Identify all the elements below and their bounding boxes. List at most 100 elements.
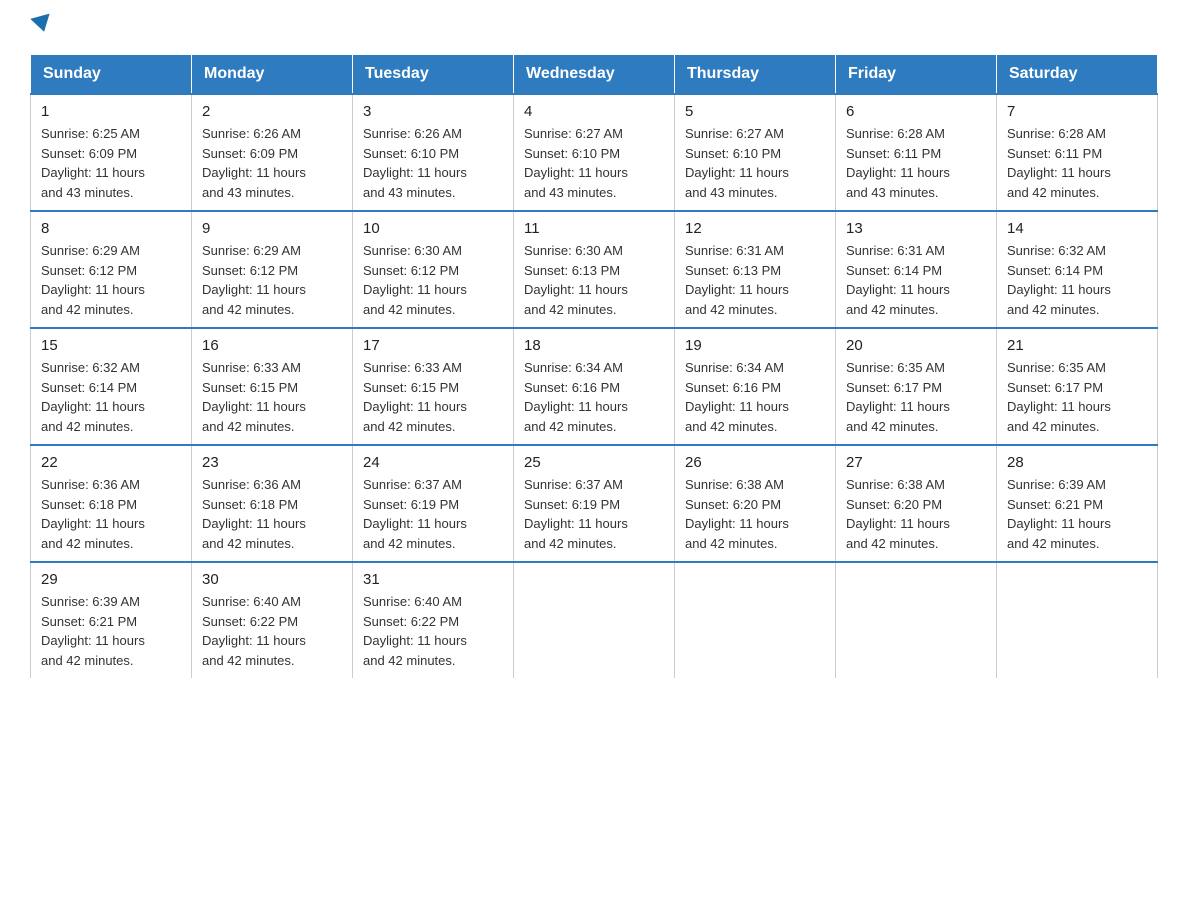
day-info: Sunrise: 6:33 AMSunset: 6:15 PMDaylight:…: [363, 360, 467, 434]
day-number: 12: [685, 220, 825, 237]
day-info: Sunrise: 6:30 AMSunset: 6:12 PMDaylight:…: [363, 243, 467, 317]
day-info: Sunrise: 6:31 AMSunset: 6:14 PMDaylight:…: [846, 243, 950, 317]
day-info: Sunrise: 6:28 AMSunset: 6:11 PMDaylight:…: [1007, 126, 1111, 200]
calendar-cell: 9 Sunrise: 6:29 AMSunset: 6:12 PMDayligh…: [192, 211, 353, 328]
day-info: Sunrise: 6:35 AMSunset: 6:17 PMDaylight:…: [1007, 360, 1111, 434]
calendar-cell: 23 Sunrise: 6:36 AMSunset: 6:18 PMDaylig…: [192, 445, 353, 562]
calendar-cell: [514, 562, 675, 678]
day-number: 23: [202, 454, 342, 471]
day-number: 13: [846, 220, 986, 237]
calendar-cell: 21 Sunrise: 6:35 AMSunset: 6:17 PMDaylig…: [997, 328, 1158, 445]
day-info: Sunrise: 6:39 AMSunset: 6:21 PMDaylight:…: [1007, 477, 1111, 551]
calendar-cell: 19 Sunrise: 6:34 AMSunset: 6:16 PMDaylig…: [675, 328, 836, 445]
day-info: Sunrise: 6:35 AMSunset: 6:17 PMDaylight:…: [846, 360, 950, 434]
calendar-cell: 29 Sunrise: 6:39 AMSunset: 6:21 PMDaylig…: [31, 562, 192, 678]
calendar-cell: 1 Sunrise: 6:25 AMSunset: 6:09 PMDayligh…: [31, 94, 192, 211]
logo: [30, 20, 52, 36]
day-number: 14: [1007, 220, 1147, 237]
day-number: 26: [685, 454, 825, 471]
day-number: 4: [524, 103, 664, 120]
day-info: Sunrise: 6:36 AMSunset: 6:18 PMDaylight:…: [41, 477, 145, 551]
day-info: Sunrise: 6:37 AMSunset: 6:19 PMDaylight:…: [363, 477, 467, 551]
calendar-cell: 17 Sunrise: 6:33 AMSunset: 6:15 PMDaylig…: [353, 328, 514, 445]
calendar-cell: 27 Sunrise: 6:38 AMSunset: 6:20 PMDaylig…: [836, 445, 997, 562]
calendar-header-saturday: Saturday: [997, 55, 1158, 95]
calendar-cell: 15 Sunrise: 6:32 AMSunset: 6:14 PMDaylig…: [31, 328, 192, 445]
day-info: Sunrise: 6:29 AMSunset: 6:12 PMDaylight:…: [41, 243, 145, 317]
day-number: 15: [41, 337, 181, 354]
day-info: Sunrise: 6:26 AMSunset: 6:09 PMDaylight:…: [202, 126, 306, 200]
day-info: Sunrise: 6:34 AMSunset: 6:16 PMDaylight:…: [685, 360, 789, 434]
day-number: 24: [363, 454, 503, 471]
day-number: 1: [41, 103, 181, 120]
calendar-header-monday: Monday: [192, 55, 353, 95]
day-number: 2: [202, 103, 342, 120]
calendar-cell: 13 Sunrise: 6:31 AMSunset: 6:14 PMDaylig…: [836, 211, 997, 328]
day-info: Sunrise: 6:38 AMSunset: 6:20 PMDaylight:…: [685, 477, 789, 551]
day-number: 9: [202, 220, 342, 237]
day-number: 11: [524, 220, 664, 237]
day-info: Sunrise: 6:28 AMSunset: 6:11 PMDaylight:…: [846, 126, 950, 200]
day-info: Sunrise: 6:32 AMSunset: 6:14 PMDaylight:…: [1007, 243, 1111, 317]
calendar-cell: 28 Sunrise: 6:39 AMSunset: 6:21 PMDaylig…: [997, 445, 1158, 562]
calendar-header-wednesday: Wednesday: [514, 55, 675, 95]
calendar-cell: 30 Sunrise: 6:40 AMSunset: 6:22 PMDaylig…: [192, 562, 353, 678]
day-number: 5: [685, 103, 825, 120]
day-number: 16: [202, 337, 342, 354]
calendar-header-row: SundayMondayTuesdayWednesdayThursdayFrid…: [31, 55, 1158, 95]
day-number: 7: [1007, 103, 1147, 120]
day-number: 31: [363, 571, 503, 588]
day-info: Sunrise: 6:32 AMSunset: 6:14 PMDaylight:…: [41, 360, 145, 434]
calendar-cell: 10 Sunrise: 6:30 AMSunset: 6:12 PMDaylig…: [353, 211, 514, 328]
day-number: 28: [1007, 454, 1147, 471]
day-info: Sunrise: 6:39 AMSunset: 6:21 PMDaylight:…: [41, 594, 145, 668]
day-number: 3: [363, 103, 503, 120]
day-number: 17: [363, 337, 503, 354]
calendar-header-friday: Friday: [836, 55, 997, 95]
calendar-cell: 8 Sunrise: 6:29 AMSunset: 6:12 PMDayligh…: [31, 211, 192, 328]
page-header: [30, 20, 1158, 36]
day-info: Sunrise: 6:38 AMSunset: 6:20 PMDaylight:…: [846, 477, 950, 551]
day-info: Sunrise: 6:37 AMSunset: 6:19 PMDaylight:…: [524, 477, 628, 551]
day-info: Sunrise: 6:25 AMSunset: 6:09 PMDaylight:…: [41, 126, 145, 200]
day-number: 8: [41, 220, 181, 237]
calendar-cell: 26 Sunrise: 6:38 AMSunset: 6:20 PMDaylig…: [675, 445, 836, 562]
day-info: Sunrise: 6:26 AMSunset: 6:10 PMDaylight:…: [363, 126, 467, 200]
day-number: 22: [41, 454, 181, 471]
calendar-cell: 31 Sunrise: 6:40 AMSunset: 6:22 PMDaylig…: [353, 562, 514, 678]
day-info: Sunrise: 6:34 AMSunset: 6:16 PMDaylight:…: [524, 360, 628, 434]
calendar-cell: 3 Sunrise: 6:26 AMSunset: 6:10 PMDayligh…: [353, 94, 514, 211]
calendar-cell: [675, 562, 836, 678]
day-info: Sunrise: 6:33 AMSunset: 6:15 PMDaylight:…: [202, 360, 306, 434]
calendar-cell: 16 Sunrise: 6:33 AMSunset: 6:15 PMDaylig…: [192, 328, 353, 445]
day-number: 30: [202, 571, 342, 588]
day-info: Sunrise: 6:31 AMSunset: 6:13 PMDaylight:…: [685, 243, 789, 317]
day-number: 29: [41, 571, 181, 588]
calendar-cell: 12 Sunrise: 6:31 AMSunset: 6:13 PMDaylig…: [675, 211, 836, 328]
calendar-header-thursday: Thursday: [675, 55, 836, 95]
calendar-cell: 4 Sunrise: 6:27 AMSunset: 6:10 PMDayligh…: [514, 94, 675, 211]
day-info: Sunrise: 6:27 AMSunset: 6:10 PMDaylight:…: [685, 126, 789, 200]
calendar-cell: 7 Sunrise: 6:28 AMSunset: 6:11 PMDayligh…: [997, 94, 1158, 211]
day-number: 20: [846, 337, 986, 354]
day-info: Sunrise: 6:40 AMSunset: 6:22 PMDaylight:…: [363, 594, 467, 668]
calendar-cell: 18 Sunrise: 6:34 AMSunset: 6:16 PMDaylig…: [514, 328, 675, 445]
calendar-cell: 20 Sunrise: 6:35 AMSunset: 6:17 PMDaylig…: [836, 328, 997, 445]
day-number: 19: [685, 337, 825, 354]
calendar-cell: [836, 562, 997, 678]
day-number: 18: [524, 337, 664, 354]
calendar-header-tuesday: Tuesday: [353, 55, 514, 95]
day-number: 10: [363, 220, 503, 237]
logo-triangle-icon: [30, 14, 53, 35]
calendar-header-sunday: Sunday: [31, 55, 192, 95]
day-number: 27: [846, 454, 986, 471]
day-info: Sunrise: 6:29 AMSunset: 6:12 PMDaylight:…: [202, 243, 306, 317]
calendar-table: SundayMondayTuesdayWednesdayThursdayFrid…: [30, 54, 1158, 678]
day-info: Sunrise: 6:30 AMSunset: 6:13 PMDaylight:…: [524, 243, 628, 317]
day-number: 6: [846, 103, 986, 120]
day-info: Sunrise: 6:27 AMSunset: 6:10 PMDaylight:…: [524, 126, 628, 200]
day-info: Sunrise: 6:36 AMSunset: 6:18 PMDaylight:…: [202, 477, 306, 551]
day-info: Sunrise: 6:40 AMSunset: 6:22 PMDaylight:…: [202, 594, 306, 668]
calendar-cell: 11 Sunrise: 6:30 AMSunset: 6:13 PMDaylig…: [514, 211, 675, 328]
day-number: 21: [1007, 337, 1147, 354]
